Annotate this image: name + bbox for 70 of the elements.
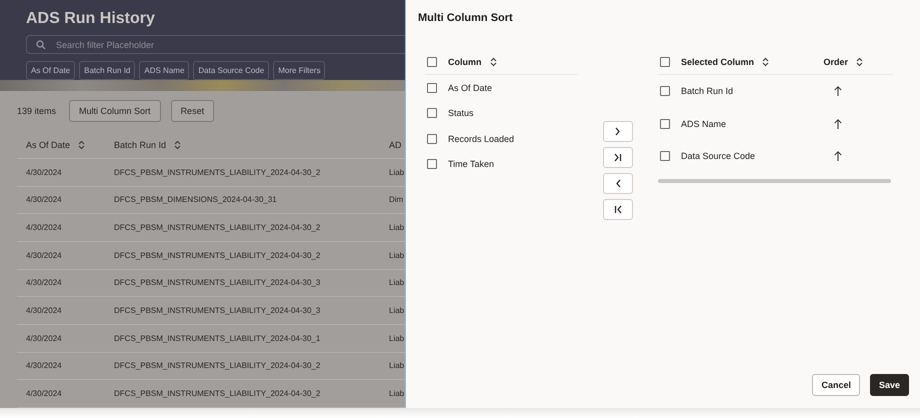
table-cell: Liab [389, 306, 404, 316]
sort-icon[interactable] [856, 56, 863, 66]
sort-icon[interactable] [490, 56, 496, 66]
dialog-title: Multi Column Sort [417, 11, 514, 24]
column-name: Time Taken [448, 159, 494, 170]
column-name: As Of Date [448, 82, 492, 93]
column-header[interactable]: Order [823, 56, 848, 66]
column-name: Batch Run Id [681, 86, 734, 96]
table-cell: 4/30/2024 [26, 223, 62, 232]
table-cell: DFCS_PBSM_INSTRUMENTS_LIABILITY_2024-04-30_2 [114, 250, 320, 260]
item-count: 139 items [17, 106, 56, 116]
table-cell: Liab [389, 334, 404, 343]
checkbox[interactable] [660, 151, 670, 162]
checkbox[interactable] [660, 118, 670, 129]
column-name: ADS Name [681, 118, 728, 129]
column-header[interactable]: Batch Run Id [114, 140, 166, 150]
table-cell: DFCS_PBSM_INSTRUMENTS_LIABILITY_2024-04-30_2 [114, 389, 320, 398]
table-cell: DFCS_PBSM_INSTRUMENTS_LIABILITY_2024-04-30_3 [114, 278, 320, 288]
table-cell: 4/30/2024 [26, 334, 62, 343]
table-cell: 4/30/2024 [26, 361, 62, 370]
table-cell: DFCS_PBSM_INSTRUMENTS_LIABILITY_2024-04-30_3 [114, 306, 320, 316]
filter-chip[interactable]: Data Source Code [193, 61, 270, 80]
table-cell: Liab [389, 361, 404, 370]
column-header[interactable]: Column [448, 56, 482, 66]
table-cell: DFCS_PBSM_INSTRUMENTS_LIABILITY_2024-04-30_2 [114, 168, 320, 177]
transfer-button[interactable] [603, 199, 633, 220]
table-cell: DFCS_PBSM_INSTRUMENTS_LIABILITY_2024-04-30_2 [114, 223, 320, 232]
table-cell: 4/30/2024 [26, 250, 62, 260]
bar-chevron-left-icon [612, 203, 624, 216]
page-title: ADS Run History [26, 10, 156, 28]
table-cell: DFCS_PBSM_INSTRUMENTS_LIABILITY_2024-04-30_1 [114, 334, 320, 343]
up-arrow-icon[interactable] [832, 85, 842, 98]
checkbox[interactable] [427, 134, 437, 144]
checkbox[interactable] [427, 56, 437, 66]
column-header[interactable]: Selected Column [681, 56, 754, 66]
checkbox[interactable] [427, 159, 437, 170]
sort-icon[interactable] [762, 56, 770, 66]
table-cell: 4/30/2024 [26, 278, 62, 288]
table-cell: DFCS_PBSM_INSTRUMENTS_LIABILITY_2024-04-30_2 [114, 361, 320, 370]
search-icon [36, 40, 46, 50]
toolbar-button[interactable]: Multi Column Sort [69, 100, 161, 122]
table-cell: Liab [389, 168, 404, 177]
table-cell: Liab [389, 250, 404, 260]
transfer-button[interactable] [603, 147, 633, 168]
up-arrow-icon[interactable] [832, 150, 842, 162]
column-header[interactable]: AD [389, 140, 402, 150]
column-header[interactable]: As Of Date [26, 140, 70, 150]
table-cell: 4/30/2024 [26, 306, 62, 316]
checkbox[interactable] [427, 82, 437, 93]
table-cell: 4/30/2024 [26, 195, 62, 204]
up-arrow-icon[interactable] [832, 118, 842, 130]
column-name: Records Loaded [448, 134, 514, 144]
toolbar-button[interactable]: Reset [170, 100, 214, 122]
save-button[interactable]: Save [870, 374, 909, 396]
table-cell: Liab [389, 389, 404, 398]
table-cell: 4/30/2024 [26, 389, 62, 398]
checkbox[interactable] [427, 108, 437, 118]
checkbox[interactable] [660, 86, 670, 96]
cancel-button[interactable]: Cancel [812, 374, 860, 396]
table-cell: Dim [389, 195, 404, 204]
table-cell: Liab [389, 278, 404, 288]
table-cell: DFCS_PBSM_DIMENSIONS_2024-04-30_31 [114, 195, 277, 204]
chevron-right-bar-icon [612, 151, 624, 164]
checkbox[interactable] [660, 56, 670, 66]
table-cell: Liab [389, 223, 404, 232]
table-cell: 4/30/2024 [26, 168, 62, 177]
search-field[interactable]: Search filter Placeholder [26, 35, 405, 54]
column-name: Status [448, 108, 474, 118]
column-name: Data Source Code [681, 151, 756, 162]
scrollbar[interactable] [658, 178, 891, 182]
